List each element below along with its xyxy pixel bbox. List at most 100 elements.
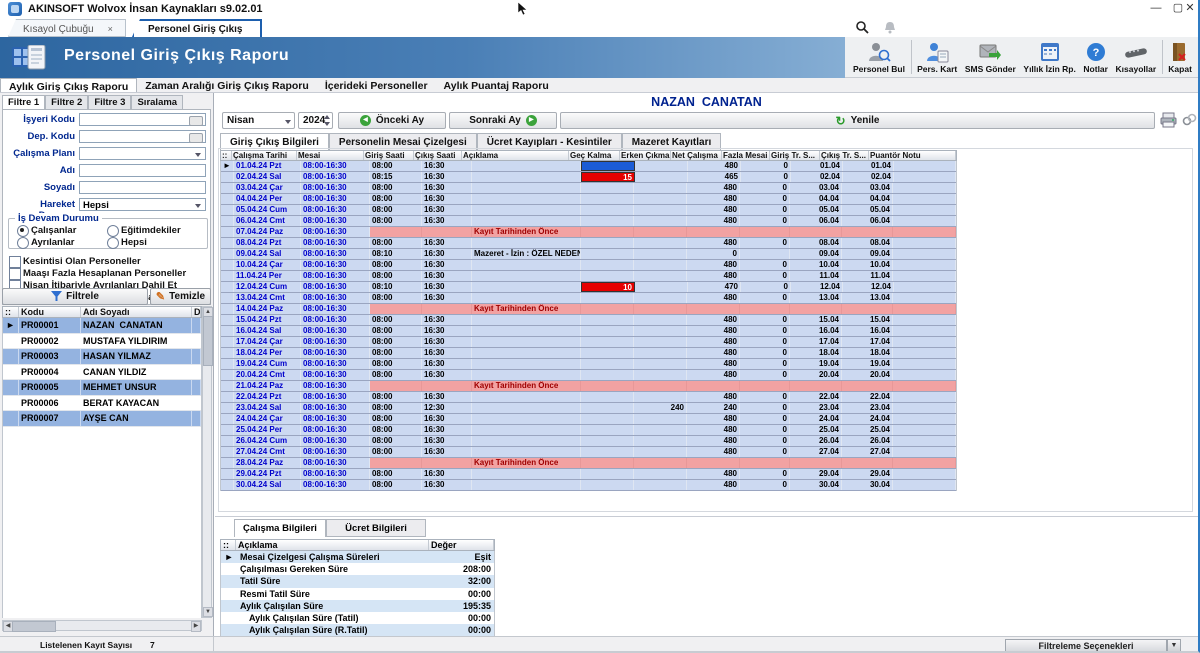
attendance-row[interactable]: 23.04.24 Sal08:00-16:3008:0012:302402400… <box>221 403 956 414</box>
tab-personel-giris-cikis-raporu[interactable]: Personel Giriş Çıkış Raporu× <box>132 19 262 37</box>
column-header[interactable]: D. Tari <box>192 307 201 317</box>
column-header[interactable]: Giriş Tr. S... <box>770 151 820 160</box>
notlar-button[interactable]: ? Notlar <box>1081 38 1110 76</box>
employee-row[interactable]: PR00007AYŞE CAN <box>3 411 201 427</box>
column-header[interactable]: Mesai <box>297 151 364 160</box>
bell-icon[interactable] <box>884 21 896 34</box>
tab-zaman-araligi-giris-cikis-raporu[interactable]: Zaman Aralığı Giriş Çıkış Raporu <box>137 78 317 92</box>
onceki-ay-button[interactable]: ◀ Önceki Ay <box>338 112 446 129</box>
radio-label[interactable]: Eğitimdekiler <box>121 225 181 236</box>
radio-hepsi[interactable] <box>107 237 119 249</box>
isyeri-kodu-input[interactable] <box>79 113 206 126</box>
link-icon[interactable] <box>1182 113 1197 126</box>
summary-row[interactable]: Resmi Tatil Süre00:00 <box>221 588 494 600</box>
dep-kodu-input[interactable] <box>79 130 206 143</box>
attendance-row[interactable]: 10.04.24 Çar08:00-16:3008:0016:30480010.… <box>221 260 956 271</box>
filtrele-button[interactable]: Filtrele <box>2 288 148 305</box>
attendance-row[interactable]: 04.04.24 Per08:00-16:3008:0016:30480004.… <box>221 194 956 205</box>
attendance-row[interactable]: 24.04.24 Çar08:00-16:3008:0016:30480024.… <box>221 414 956 425</box>
employee-row[interactable]: PR00004CANAN YILDIZ <box>3 365 201 381</box>
personel-bul-button[interactable]: Personel Bul <box>851 38 907 76</box>
attendance-row[interactable]: 28.04.24 Paz08:00-16:30Kayıt Tarihinden … <box>221 458 956 469</box>
sms-gonder-button[interactable]: SMS Gönder <box>963 38 1018 76</box>
filtreleme-secenekleri-button[interactable]: Filtreleme Seçenekleri <box>1005 639 1167 652</box>
radio-ayrilanlar[interactable] <box>17 237 29 249</box>
print-icon[interactable] <box>1160 112 1177 128</box>
checkbox-kesintisi-olan[interactable] <box>9 256 21 268</box>
attendance-row[interactable]: 12.04.24 Cum08:00-16:3008:1016:301047001… <box>221 282 956 293</box>
employee-horizontal-scrollbar[interactable]: ◀ ▶ <box>2 620 202 631</box>
scroll-thumb[interactable] <box>12 621 56 632</box>
summary-row[interactable]: Aylık Çalışılan Süre (R.Tatil)00:00 <box>221 624 494 636</box>
employee-row[interactable]: PR00003HASAN YILMAZ <box>3 349 201 365</box>
attendance-row[interactable]: 15.04.24 Pzt08:00-16:3008:0016:30480015.… <box>221 315 956 326</box>
tab-filtre-1[interactable]: Filtre 1 <box>2 95 45 109</box>
column-header[interactable]: Net Çalışma <box>671 151 722 160</box>
yillik-izin-rp-button[interactable]: Yıllık İzin Rp. <box>1021 38 1077 76</box>
column-header[interactable]: Çıkış Saati <box>414 151 462 160</box>
attendance-row[interactable]: 27.04.24 Cmt08:00-16:3008:0016:30480027.… <box>221 447 956 458</box>
employee-row[interactable]: PR00002MUSTAFA YILDIRIM <box>3 334 201 350</box>
attendance-row[interactable]: 16.04.24 Sal08:00-16:3008:0016:30480016.… <box>221 326 956 337</box>
employee-vertical-scrollbar[interactable]: ▲ ▼ <box>202 306 212 618</box>
column-header[interactable]: Çalışma Tarihi <box>232 151 297 160</box>
attendance-row[interactable]: 11.04.24 Per08:00-16:3008:0016:30480011.… <box>221 271 956 282</box>
attendance-row[interactable]: 21.04.24 Paz08:00-16:30Kayıt Tarihinden … <box>221 381 956 392</box>
attendance-row[interactable]: 18.04.24 Per08:00-16:3008:0016:30480018.… <box>221 348 956 359</box>
tab-filtre-2[interactable]: Filtre 2 <box>45 95 88 109</box>
lookup-icon[interactable] <box>189 133 203 143</box>
tab-filtre-3[interactable]: Filtre 3 <box>88 95 131 109</box>
attendance-row[interactable]: 22.04.24 Pzt08:00-16:3008:0016:30480022.… <box>221 392 956 403</box>
column-header[interactable]: Geç Kalma <box>569 151 620 160</box>
attendance-row[interactable]: 19.04.24 Cum08:00-16:3008:0016:30480019.… <box>221 359 956 370</box>
attendance-row[interactable]: 17.04.24 Çar08:00-16:3008:0016:30480017.… <box>221 337 956 348</box>
radio-calisanlar[interactable] <box>17 225 29 237</box>
close-button[interactable]: ✕ <box>1177 0 1200 16</box>
column-header[interactable]: Adı Soyadı <box>81 307 192 317</box>
attendance-row[interactable]: 26.04.24 Cum08:00-16:3008:0016:30480026.… <box>221 436 956 447</box>
attendance-row[interactable]: ►01.04.24 Pzt08:00-16:3008:0016:30480001… <box>221 161 956 172</box>
soyadi-input[interactable] <box>79 181 206 194</box>
attendance-row[interactable]: 02.04.24 Sal08:00-16:3008:1516:301546500… <box>221 172 956 183</box>
column-header[interactable]: :: <box>3 307 19 317</box>
employee-row[interactable]: ►PR00001NAZAN CANATAN <box>3 318 201 334</box>
attendance-row[interactable]: 13.04.24 Cmt08:00-16:3008:0016:30480013.… <box>221 293 956 304</box>
tab-aylik-giris-cikis-raporu[interactable]: Aylık Giriş Çıkış Raporu <box>0 78 137 92</box>
attendance-row[interactable]: 05.04.24 Cum08:00-16:3008:0016:30480005.… <box>221 205 956 216</box>
column-header[interactable]: Fazla Mesai <box>722 151 770 160</box>
attendance-row[interactable]: 09.04.24 Sal08:00-16:3008:1016:30Mazeret… <box>221 249 956 260</box>
kisayollar-button[interactable]: Kısayollar <box>1114 38 1159 76</box>
summary-row[interactable]: Tatil Süre32:00 <box>221 575 494 587</box>
summary-row[interactable]: Aylık Çalışılan Süre195:35 <box>221 600 494 612</box>
yenile-button[interactable]: ↻ Yenile <box>560 112 1155 129</box>
hareket-durumu-select[interactable]: Hepsi <box>79 198 206 211</box>
pers-kart-button[interactable]: Pers. Kart <box>915 38 959 76</box>
spin-up-icon[interactable] <box>324 115 330 119</box>
column-header[interactable]: :: <box>221 151 232 160</box>
employee-row[interactable]: PR00006BERAT KAYACAN <box>3 396 201 412</box>
lookup-icon[interactable] <box>189 116 203 126</box>
radio-label[interactable]: Ayrılanlar <box>31 237 74 248</box>
chevron-down-icon[interactable]: ▼ <box>1167 639 1181 652</box>
column-header[interactable]: Çıkış Tr. S... <box>820 151 869 160</box>
checkbox-label[interactable]: Maaşı Fazla Hesaplanan Personeller <box>23 268 186 279</box>
column-header[interactable]: Giriş Saati <box>364 151 414 160</box>
column-header[interactable]: Puantör Notu <box>869 151 956 160</box>
checkbox-label[interactable]: Kesintisi Olan Personeller <box>23 256 141 267</box>
radio-label[interactable]: Hepsi <box>121 237 147 248</box>
temizle-button[interactable]: ✎ Temizle <box>150 288 211 305</box>
month-select[interactable]: Nisan <box>222 112 295 129</box>
attendance-row[interactable]: 14.04.24 Paz08:00-16:30Kayıt Tarihinden … <box>221 304 956 315</box>
tab-calisma-bilgileri[interactable]: Çalışma Bilgileri <box>234 519 326 537</box>
radio-label[interactable]: Çalışanlar <box>31 225 76 236</box>
employee-row[interactable]: PR00005MEHMET UNSUR <box>3 380 201 396</box>
kapat-button[interactable]: Kapat <box>1166 38 1194 76</box>
attendance-row[interactable]: 25.04.24 Per08:00-16:3008:0016:30480025.… <box>221 425 956 436</box>
attendance-row[interactable]: 06.04.24 Cmt08:00-16:3008:0016:30480006.… <box>221 216 956 227</box>
search-icon[interactable] <box>856 21 869 34</box>
scroll-down-icon[interactable]: ▼ <box>203 607 213 617</box>
calisma-plani-select[interactable] <box>79 147 206 160</box>
tab-ucret-bilgileri[interactable]: Ücret Bilgileri <box>326 519 426 537</box>
column-header[interactable]: Değer <box>429 540 494 550</box>
column-header[interactable]: Erken Çıkma <box>620 151 671 160</box>
